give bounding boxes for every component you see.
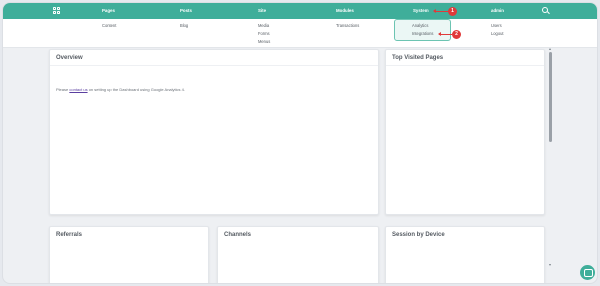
nav-system[interactable]: System: [413, 3, 429, 19]
nav-posts[interactable]: Posts: [180, 3, 192, 19]
scroll-up-arrow-icon[interactable]: [549, 48, 551, 50]
nav-admin[interactable]: admin: [491, 3, 504, 19]
card-title-top-visited: Top Visited Pages: [392, 55, 444, 61]
annotation-badge-2: 2: [452, 29, 461, 39]
overview-card: Overview Please contact us on setting up…: [49, 49, 379, 215]
overview-message-suffix: on setting up the Dashboard using Google…: [87, 87, 185, 92]
overview-message: Please contact us on setting up the Dash…: [56, 87, 185, 92]
channels-card: Channels: [217, 226, 379, 283]
search-icon[interactable]: [542, 7, 548, 13]
menu-item-transactions[interactable]: Transactions: [336, 23, 359, 28]
menu-item-integrations[interactable]: Integrations: [412, 31, 433, 36]
top-navigation-bar: Pages Posts Site Modules System admin: [3, 3, 597, 19]
card-title-overview: Overview: [56, 55, 83, 61]
page-scrollbar[interactable]: [548, 48, 554, 266]
card-title-referrals: Referrals: [56, 232, 83, 238]
menu-item-forms[interactable]: Forms: [258, 31, 270, 36]
menu-item-analytics[interactable]: Analytics: [412, 23, 428, 28]
nav-pages[interactable]: Pages: [102, 3, 115, 19]
annotation-arrow-1: [433, 9, 448, 13]
menu-item-media[interactable]: Media: [258, 23, 269, 28]
menu-item-menus[interactable]: Menus: [258, 39, 270, 44]
annotation-arrow-2: [438, 32, 452, 36]
referrals-card: Referrals: [49, 226, 209, 283]
card-title-channels: Channels: [224, 232, 252, 238]
contact-us-link[interactable]: contact us: [69, 87, 87, 92]
grid-icon[interactable]: [53, 7, 60, 14]
session-by-device-card: Session by Device: [385, 226, 545, 283]
scroll-down-arrow-icon[interactable]: [549, 264, 551, 266]
mega-menu-dropdown: Content Blog Media Forms Menus Transacti…: [3, 19, 597, 48]
menu-item-users[interactable]: Users: [491, 23, 502, 28]
menu-item-logout[interactable]: Logout: [491, 31, 504, 36]
top-visited-pages-card: Top Visited Pages: [385, 49, 545, 215]
nav-modules[interactable]: Modules: [336, 3, 354, 19]
annotation-badge-1: 1: [448, 6, 457, 16]
nav-site[interactable]: Site: [258, 3, 266, 19]
card-divider: [386, 65, 544, 66]
card-title-session-device: Session by Device: [392, 232, 445, 238]
scrollbar-thumb[interactable]: [549, 52, 552, 142]
chat-icon[interactable]: [580, 265, 595, 280]
menu-item-blog[interactable]: Blog: [180, 23, 188, 28]
card-divider: [50, 65, 378, 66]
menu-item-content[interactable]: Content: [102, 23, 116, 28]
overview-message-prefix: Please: [56, 87, 70, 92]
app-window: Pages Posts Site Modules System admin Co…: [3, 3, 597, 283]
